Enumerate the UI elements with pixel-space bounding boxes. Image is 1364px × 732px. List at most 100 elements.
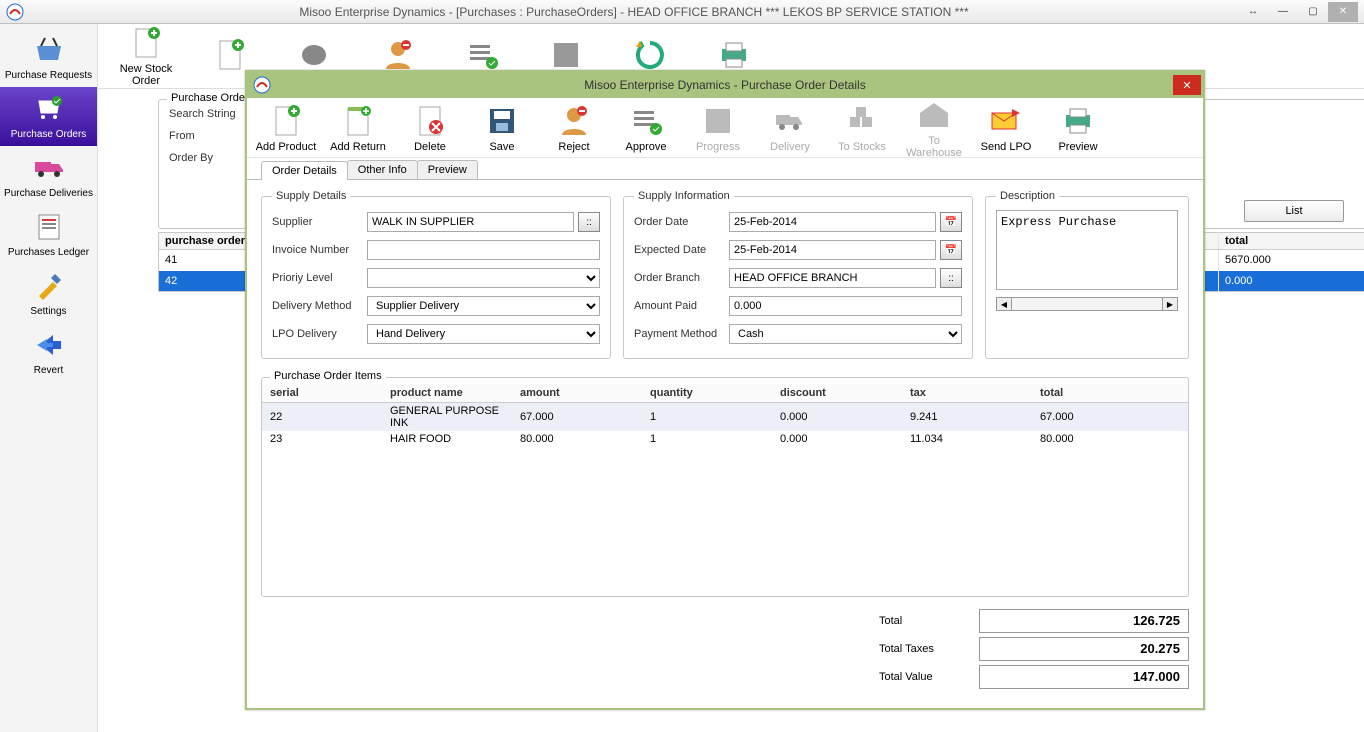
- scroll-track[interactable]: [1012, 297, 1162, 311]
- dialog-toolbar: Add Product Add Return Delete Save Rejec…: [247, 98, 1203, 158]
- send-lpo-button[interactable]: Send LPO: [971, 101, 1041, 155]
- sidebar-item-revert[interactable]: Revert: [0, 323, 97, 382]
- dialog-titlebar: Misoo Enterprise Dynamics - Purchase Ord…: [247, 72, 1203, 98]
- scroll-left-icon[interactable]: ◀: [996, 297, 1012, 311]
- dialog-close-button[interactable]: ✕: [1173, 75, 1201, 95]
- progress-button[interactable]: Progress: [683, 101, 753, 155]
- blob-icon: [296, 37, 332, 73]
- scroll-right-icon[interactable]: ▶: [1162, 297, 1178, 311]
- col-total[interactable]: total: [1032, 384, 1188, 403]
- save-button[interactable]: Save: [467, 101, 537, 155]
- warehouse-icon: [916, 97, 952, 133]
- sidebar-label: Revert: [34, 365, 63, 376]
- dialog-logo-icon: [253, 76, 271, 94]
- resize-handle-icon[interactable]: ↔: [1238, 2, 1268, 22]
- delivery-icon: [772, 103, 808, 139]
- document-plus-icon: [128, 25, 164, 61]
- truck-icon: [33, 152, 65, 184]
- minimize-button[interactable]: —: [1268, 2, 1298, 22]
- to-warehouse-button[interactable]: To Warehouse: [899, 95, 969, 161]
- col-qty[interactable]: quantity: [642, 384, 772, 403]
- amount-paid-input[interactable]: [729, 296, 962, 316]
- add-return-button[interactable]: Add Return: [323, 101, 393, 155]
- preview-button[interactable]: Preview: [1043, 101, 1113, 155]
- order-date-input[interactable]: [729, 212, 936, 232]
- delete-button[interactable]: Delete: [395, 101, 465, 155]
- tab-order-details[interactable]: Order Details: [261, 161, 348, 180]
- grey-box-icon: [548, 37, 584, 73]
- sidebar-label: Purchases Ledger: [8, 247, 89, 258]
- expected-date-picker-button[interactable]: 📅: [940, 240, 962, 260]
- delivery-button[interactable]: Delivery: [755, 101, 825, 155]
- sidebar-item-purchase-orders[interactable]: Purchase Orders: [0, 87, 97, 146]
- sidebar-item-settings[interactable]: Settings: [0, 264, 97, 323]
- supplier-input[interactable]: [367, 212, 574, 232]
- list-button[interactable]: List: [1244, 200, 1344, 222]
- sidebar-label: Purchase Requests: [5, 70, 92, 81]
- toolbar-label: New Stock Order: [120, 63, 173, 87]
- stocks-icon: [844, 103, 880, 139]
- tab-other-info[interactable]: Other Info: [347, 160, 418, 179]
- add-product-button[interactable]: Add Product: [251, 101, 321, 155]
- col-total[interactable]: total: [1219, 233, 1364, 250]
- dialog-title: Misoo Enterprise Dynamics - Purchase Ord…: [277, 78, 1173, 92]
- cart-check-icon: [33, 93, 65, 125]
- mail-send-icon: [988, 103, 1024, 139]
- app-titlebar: Misoo Enterprise Dynamics - [Purchases :…: [0, 0, 1364, 24]
- tools-icon: [33, 270, 65, 302]
- app-logo-icon: [6, 3, 24, 21]
- branch-lookup-button[interactable]: ::: [940, 268, 962, 288]
- printer-icon: [1060, 103, 1096, 139]
- branch-input[interactable]: [729, 268, 936, 288]
- document-plus-icon: [212, 37, 248, 73]
- items-grid-legend: Purchase Order Items: [270, 370, 386, 382]
- close-button[interactable]: ✕: [1328, 2, 1358, 22]
- sidebar-label: Purchase Deliveries: [4, 188, 93, 199]
- expected-date-input[interactable]: [729, 240, 936, 260]
- description-scrollbar[interactable]: ◀ ▶: [996, 297, 1178, 311]
- app-title: Misoo Enterprise Dynamics - [Purchases :…: [30, 5, 1238, 19]
- lpo-delivery-select[interactable]: Hand Delivery: [367, 324, 600, 344]
- item-row[interactable]: 22 GENERAL PURPOSE INK 67.000 1 0.000 9.…: [262, 403, 1188, 432]
- doc-delete-icon: [412, 103, 448, 139]
- col-tax[interactable]: tax: [902, 384, 1032, 403]
- description-legend: Description: [996, 190, 1059, 202]
- supply-info-legend: Supply Information: [634, 190, 734, 202]
- col-product[interactable]: product name: [382, 384, 512, 403]
- sidebar-item-purchase-deliveries[interactable]: Purchase Deliveries: [0, 146, 97, 205]
- col-serial[interactable]: serial: [262, 384, 382, 403]
- user-reject-icon: [556, 103, 592, 139]
- col-discount[interactable]: discount: [772, 384, 902, 403]
- supply-details-legend: Supply Details: [272, 190, 350, 202]
- reject-button[interactable]: Reject: [539, 101, 609, 155]
- sidebar: Purchase Requests Purchase Orders Purcha…: [0, 24, 98, 732]
- maximize-button[interactable]: ▢: [1298, 2, 1328, 22]
- sidebar-item-purchases-ledger[interactable]: Purchases Ledger: [0, 205, 97, 264]
- col-amount[interactable]: amount: [512, 384, 642, 403]
- purchase-order-dialog: Misoo Enterprise Dynamics - Purchase Ord…: [245, 70, 1205, 710]
- dialog-tabs: Order Details Other Info Preview: [247, 158, 1203, 180]
- priority-select[interactable]: [367, 268, 600, 288]
- items-grid: Purchase Order Items serial product name…: [261, 377, 1189, 597]
- delivery-method-select[interactable]: Supplier Delivery: [367, 296, 600, 316]
- approve-button[interactable]: Approve: [611, 101, 681, 155]
- description-fieldset: Description Express Purchase ◀ ▶: [985, 190, 1189, 359]
- order-date-picker-button[interactable]: 📅: [940, 212, 962, 232]
- item-row[interactable]: 23 HAIR FOOD 80.000 1 0.000 11.034 80.00…: [262, 431, 1188, 447]
- supply-details-fieldset: Supply Details Supplier:: Invoice Number…: [261, 190, 611, 359]
- description-textarea[interactable]: Express Purchase: [996, 210, 1178, 290]
- tab-preview[interactable]: Preview: [417, 160, 478, 179]
- invoice-input[interactable]: [367, 240, 600, 260]
- doc-plus-icon: [268, 103, 304, 139]
- printer-icon: [716, 37, 752, 73]
- total-taxes-value: 20.275: [979, 637, 1189, 661]
- sidebar-label: Settings: [30, 306, 66, 317]
- to-stocks-button[interactable]: To Stocks: [827, 101, 897, 155]
- sidebar-item-purchase-requests[interactable]: Purchase Requests: [0, 28, 97, 87]
- supplier-lookup-button[interactable]: ::: [578, 212, 600, 232]
- new-stock-order-button[interactable]: New Stock Order: [106, 23, 186, 89]
- notepad-plus-icon: [340, 103, 376, 139]
- list-approve-icon: [628, 103, 664, 139]
- supply-info-fieldset: Supply Information Order Date📅 Expected …: [623, 190, 973, 359]
- payment-method-select[interactable]: Cash: [729, 324, 962, 344]
